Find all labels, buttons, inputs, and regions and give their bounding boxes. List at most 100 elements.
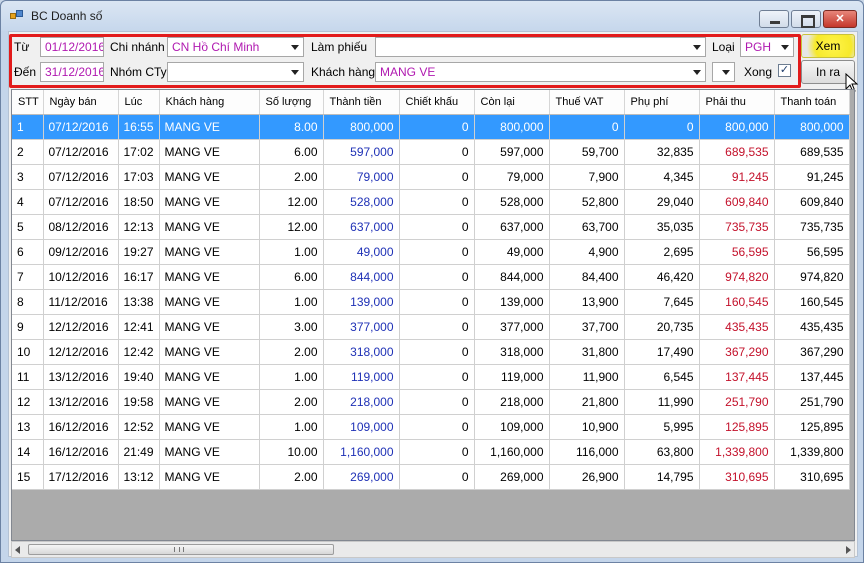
scroll-right-icon[interactable] <box>846 546 851 554</box>
table-cell[interactable]: 6.00 <box>259 139 324 165</box>
table-cell[interactable]: 15 <box>12 464 44 490</box>
table-cell[interactable]: 10.00 <box>259 439 324 465</box>
table-cell[interactable]: 597,000 <box>474 139 550 165</box>
table-cell[interactable]: 37,700 <box>549 314 625 340</box>
table-cell[interactable]: 435,435 <box>699 314 775 340</box>
branch-select[interactable]: CN Hồ Chí Minh <box>167 37 304 57</box>
table-cell[interactable]: 59,700 <box>549 139 625 165</box>
title-bar[interactable]: BC Doanh số ✕ <box>1 1 863 31</box>
table-cell[interactable]: 800,000 <box>323 114 400 140</box>
dropdown-arrow-icon[interactable] <box>289 41 301 53</box>
table-cell[interactable]: 137,445 <box>774 364 850 390</box>
close-button[interactable]: ✕ <box>823 10 857 28</box>
table-cell[interactable]: 3 <box>12 164 44 190</box>
table-cell[interactable]: 11,900 <box>549 364 625 390</box>
customer-select[interactable]: MANG VE <box>375 62 706 82</box>
table-cell[interactable]: 4,900 <box>549 239 625 265</box>
table-cell[interactable]: 0 <box>399 364 475 390</box>
table-cell[interactable]: 21:49 <box>118 439 160 465</box>
table-cell[interactable]: 13:38 <box>118 289 160 315</box>
table-cell[interactable]: 8.00 <box>259 114 324 140</box>
table-cell[interactable]: 12:52 <box>118 414 160 440</box>
column-header[interactable]: Phụ phí <box>624 90 700 115</box>
table-cell[interactable]: 20,735 <box>624 314 700 340</box>
column-header[interactable]: STT <box>12 90 44 115</box>
table-cell[interactable]: 139,000 <box>474 289 550 315</box>
table-cell[interactable]: 79,000 <box>474 164 550 190</box>
table-cell[interactable]: 4,345 <box>624 164 700 190</box>
table-cell[interactable]: MANG VE <box>159 214 260 240</box>
to-date-field[interactable]: 31/12/2016 <box>40 62 104 82</box>
table-cell[interactable]: 91,245 <box>699 164 775 190</box>
table-cell[interactable]: 17:03 <box>118 164 160 190</box>
table-cell[interactable]: 139,000 <box>323 289 400 315</box>
table-cell[interactable]: 10 <box>12 339 44 365</box>
dropdown-arrow-icon[interactable] <box>720 66 732 78</box>
table-cell[interactable]: 637,000 <box>323 214 400 240</box>
table-cell[interactable]: 0 <box>399 314 475 340</box>
table-cell[interactable]: 137,445 <box>699 364 775 390</box>
table-cell[interactable]: 318,000 <box>323 339 400 365</box>
table-cell[interactable]: 3.00 <box>259 314 324 340</box>
table-cell[interactable]: MANG VE <box>159 264 260 290</box>
table-cell[interactable]: 56,595 <box>699 239 775 265</box>
table-cell[interactable]: 0 <box>399 389 475 415</box>
table-cell[interactable]: 528,000 <box>323 189 400 215</box>
company-group-select[interactable] <box>167 62 304 82</box>
table-cell[interactable]: 377,000 <box>323 314 400 340</box>
table-cell[interactable]: 13:12 <box>118 464 160 490</box>
table-cell[interactable]: 11,990 <box>624 389 700 415</box>
table-cell[interactable]: 528,000 <box>474 189 550 215</box>
table-row[interactable]: 4 07/12/2016 18:50 MANG VE 12.00 528,000 0 528,… <box>12 189 850 215</box>
table-cell[interactable]: MANG VE <box>159 289 260 315</box>
table-cell[interactable]: 12.00 <box>259 189 324 215</box>
table-cell[interactable]: 2.00 <box>259 389 324 415</box>
table-cell[interactable]: 160,545 <box>699 289 775 315</box>
table-cell[interactable]: 26,900 <box>549 464 625 490</box>
table-row[interactable]: 8 11/12/2016 13:38 MANG VE 1.00 139,000 0 139,0… <box>12 289 850 315</box>
table-cell[interactable]: 218,000 <box>474 389 550 415</box>
table-cell[interactable]: MANG VE <box>159 189 260 215</box>
table-row[interactable]: 3 07/12/2016 17:03 MANG VE 2.00 79,000 0 79,000… <box>12 164 850 190</box>
table-cell[interactable]: 0 <box>399 239 475 265</box>
column-header[interactable]: Thuế VAT <box>549 90 625 115</box>
table-cell[interactable]: 49,000 <box>474 239 550 265</box>
table-cell[interactable]: 377,000 <box>474 314 550 340</box>
table-cell[interactable]: 735,735 <box>774 214 850 240</box>
table-cell[interactable]: 7 <box>12 264 44 290</box>
dropdown-arrow-icon[interactable] <box>691 41 703 53</box>
sales-grid[interactable]: STT Ngày bán Lúc Khách hàng Số lượng Thành ti… <box>11 89 855 541</box>
table-cell[interactable]: 4 <box>12 189 44 215</box>
table-cell[interactable]: 19:27 <box>118 239 160 265</box>
table-row[interactable]: 10 12/12/2016 12:42 MANG VE 2.00 318,000 0 318,… <box>12 339 850 365</box>
table-row[interactable]: 11 13/12/2016 19:40 MANG VE 1.00 119,000 0 119,… <box>12 364 850 390</box>
table-cell[interactable]: 0 <box>399 339 475 365</box>
table-cell[interactable]: 12 <box>12 389 44 415</box>
table-cell[interactable]: 16/12/2016 <box>43 439 119 465</box>
table-cell[interactable]: 1.00 <box>259 289 324 315</box>
table-cell[interactable]: 12/12/2016 <box>43 314 119 340</box>
table-cell[interactable]: 609,840 <box>774 189 850 215</box>
table-cell[interactable]: MANG VE <box>159 464 260 490</box>
table-cell[interactable]: MANG VE <box>159 139 260 165</box>
table-cell[interactable]: 31,800 <box>549 339 625 365</box>
table-cell[interactable]: 12.00 <box>259 214 324 240</box>
table-cell[interactable]: 367,290 <box>774 339 850 365</box>
table-cell[interactable]: 5,995 <box>624 414 700 440</box>
table-cell[interactable]: 0 <box>549 114 625 140</box>
table-cell[interactable]: 10/12/2016 <box>43 264 119 290</box>
table-cell[interactable]: 11/12/2016 <box>43 289 119 315</box>
table-cell[interactable]: 974,820 <box>699 264 775 290</box>
table-cell[interactable]: 1.00 <box>259 364 324 390</box>
table-cell[interactable]: 79,000 <box>323 164 400 190</box>
table-cell[interactable]: 0 <box>399 414 475 440</box>
dropdown-arrow-icon[interactable] <box>779 41 791 53</box>
minimize-button[interactable] <box>759 10 789 28</box>
table-cell[interactable]: 119,000 <box>323 364 400 390</box>
table-cell[interactable]: 0 <box>624 114 700 140</box>
table-cell[interactable]: 6,545 <box>624 364 700 390</box>
creator-select[interactable] <box>375 37 706 57</box>
table-cell[interactable]: 18:50 <box>118 189 160 215</box>
table-cell[interactable]: 17:02 <box>118 139 160 165</box>
table-row[interactable]: 1 07/12/2016 16:55 MANG VE 8.00 800,000 0 800,0… <box>12 114 850 140</box>
